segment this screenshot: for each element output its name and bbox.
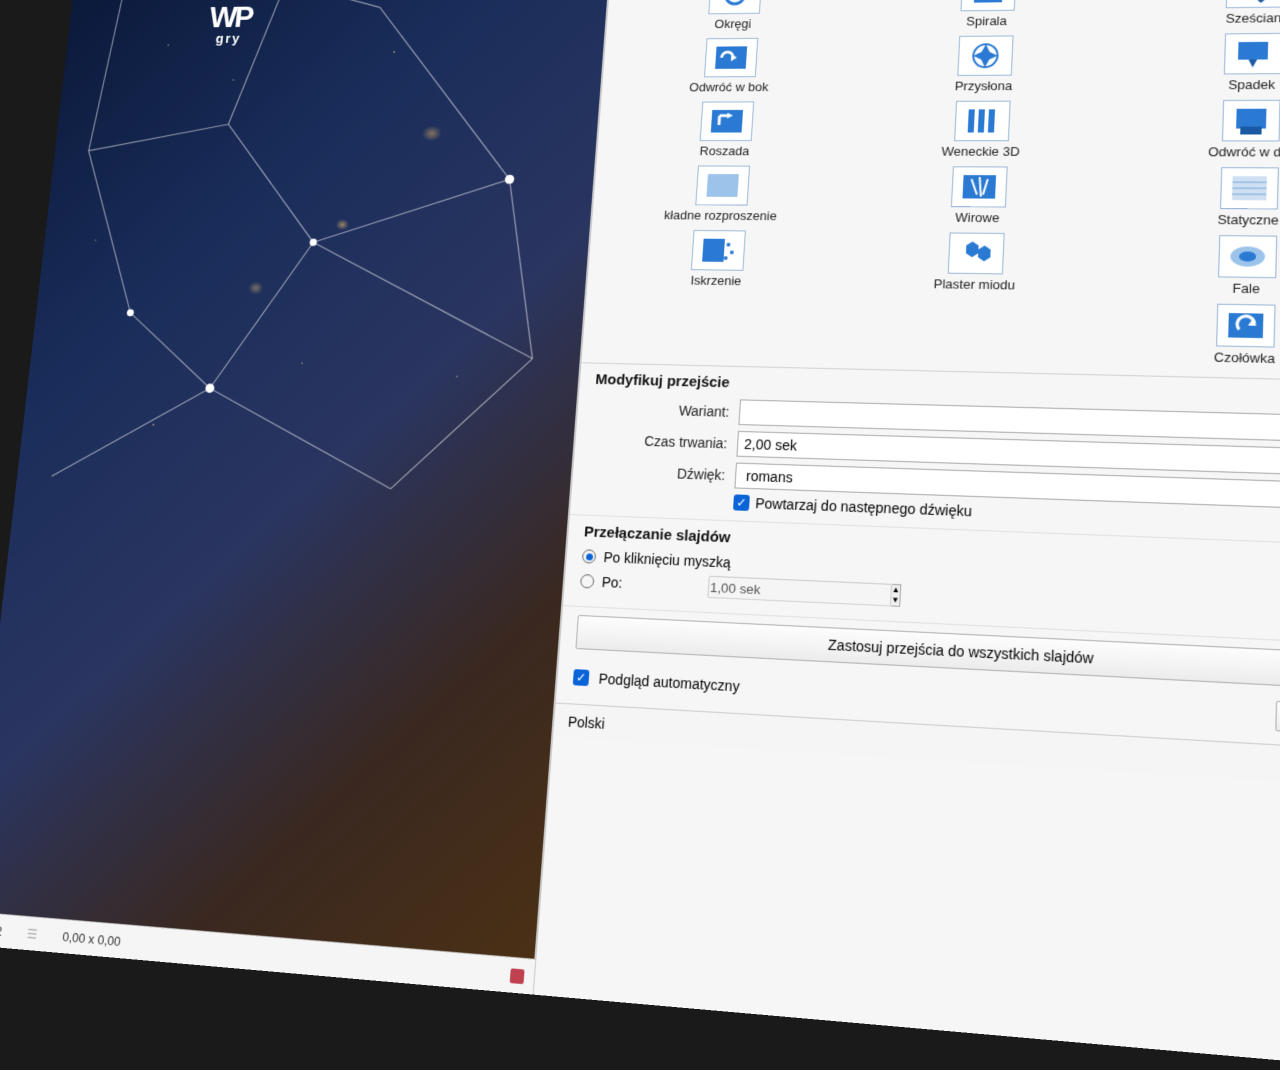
transition-iskrzenie[interactable]: Iskrzenie: [595, 225, 843, 291]
transition-weneckie-3d[interactable]: Weneckie 3D: [854, 96, 1111, 160]
transition-fale[interactable]: Fale: [1112, 230, 1280, 300]
after-radio[interactable]: [580, 574, 595, 589]
sound-label: Dźwięk:: [588, 463, 726, 483]
transition-plaster-miodu[interactable]: Plaster miodu: [847, 228, 1106, 296]
duration-label: Czas trwania:: [590, 431, 727, 451]
variant-label: Wariant:: [593, 400, 730, 419]
after-spin-up[interactable]: ▲: [891, 585, 900, 596]
loop-sound-checkbox[interactable]: ✓: [733, 494, 750, 511]
on-click-radio[interactable]: [582, 549, 597, 563]
auto-preview-checkbox[interactable]: ✓: [573, 669, 590, 686]
transitions-gallery: Okręgi Spirala Sześcian Odwróć w bok Prz…: [581, 0, 1280, 382]
slide-decorative-network: [2, 0, 609, 634]
transition-szescian[interactable]: Sześcian: [1122, 0, 1280, 29]
on-click-label: Po kliknięciu myszką: [603, 549, 731, 570]
transition-odwroc-w-bok[interactable]: Odwróć w bok: [609, 33, 854, 96]
save-icon[interactable]: [510, 968, 525, 984]
status-sep-icon: ☰: [26, 926, 38, 943]
after-spin-down[interactable]: ▼: [891, 595, 900, 606]
transition-statyczne[interactable]: Statyczne: [1115, 163, 1280, 231]
transition-przyslona[interactable]: Przysłona: [858, 31, 1114, 96]
transition-okregi[interactable]: Okręgi: [614, 0, 857, 34]
slide-logo: WP gry: [207, 0, 254, 46]
transition-roszada[interactable]: Roszada: [604, 97, 850, 160]
status-size: 0,00 x 0,00: [62, 929, 122, 949]
play-button[interactable]: Odtwórz▸: [1275, 701, 1280, 737]
transition-odwroc-w-dol[interactable]: Odwróć w dół: [1117, 95, 1280, 161]
after-duration-input: [707, 576, 892, 607]
transition-czolowka[interactable]: Czołówka: [1110, 298, 1280, 371]
slide-canvas[interactable]: WP gry: [0, 0, 610, 959]
transition-wirowe[interactable]: Wirowe: [851, 162, 1109, 228]
transition-kladne-rozproszenie[interactable]: kładne rozproszenie: [600, 161, 847, 225]
language-label: Polski: [567, 713, 605, 731]
transition-spirala[interactable]: Spirala: [862, 0, 1117, 31]
transition-spadek[interactable]: Spadek: [1120, 28, 1280, 95]
loop-sound-label: Powtarzaj do następnego dźwięku: [755, 495, 972, 519]
auto-preview-label: Podgląd automatyczny: [598, 670, 740, 694]
after-label: Po:: [601, 574, 641, 592]
status-coord: 14,82: [0, 921, 3, 938]
